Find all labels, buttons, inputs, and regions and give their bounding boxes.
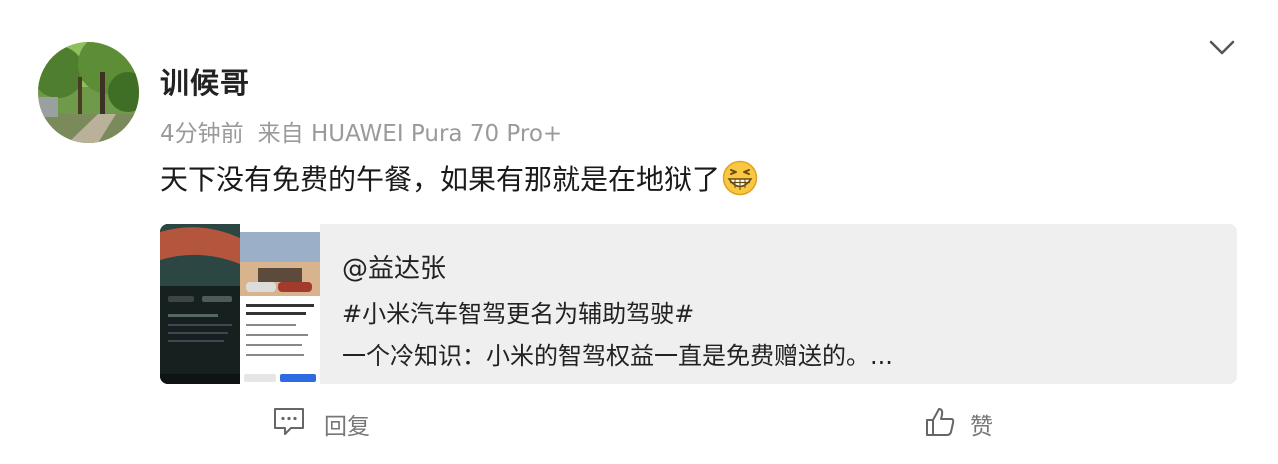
repost-topic[interactable]: #小米汽车智驾更名为辅助驾驶# xyxy=(342,294,694,329)
user-avatar[interactable] xyxy=(38,42,139,143)
repost-description: 一个冷知识：小米的智驾权益一直是免费赠送的。... xyxy=(342,342,893,370)
post-source: 来自 HUAWEI Pura 70 Pro+ xyxy=(257,121,563,147)
chevron-down-icon[interactable] xyxy=(1206,36,1238,60)
post-content: 天下没有免费的午餐，如果有那就是在地狱了 xyxy=(160,158,758,198)
reply-button[interactable]: 回复 xyxy=(272,406,370,442)
post-text: 天下没有免费的午餐，如果有那就是在地狱了 xyxy=(160,163,721,196)
comment-icon xyxy=(272,406,306,442)
repost-mention[interactable]: @益达张 xyxy=(342,248,446,285)
thumbs-up-icon xyxy=(924,406,956,442)
like-label: 赞 xyxy=(970,414,993,440)
like-button[interactable]: 赞 xyxy=(924,406,993,442)
grin-emoji-icon xyxy=(722,160,758,196)
post-time: 4分钟前 xyxy=(160,121,244,147)
repost-card[interactable]: @益达张 #小米汽车智驾更名为辅助驾驶# 一个冷知识：小米的智驾权益一直是免费赠… xyxy=(160,224,1237,384)
reply-label: 回复 xyxy=(324,414,370,440)
repost-thumbnail[interactable] xyxy=(160,224,320,384)
post-meta: 4分钟前 来自 HUAWEI Pura 70 Pro+ xyxy=(160,114,562,148)
username[interactable]: 训候哥 xyxy=(160,60,250,102)
